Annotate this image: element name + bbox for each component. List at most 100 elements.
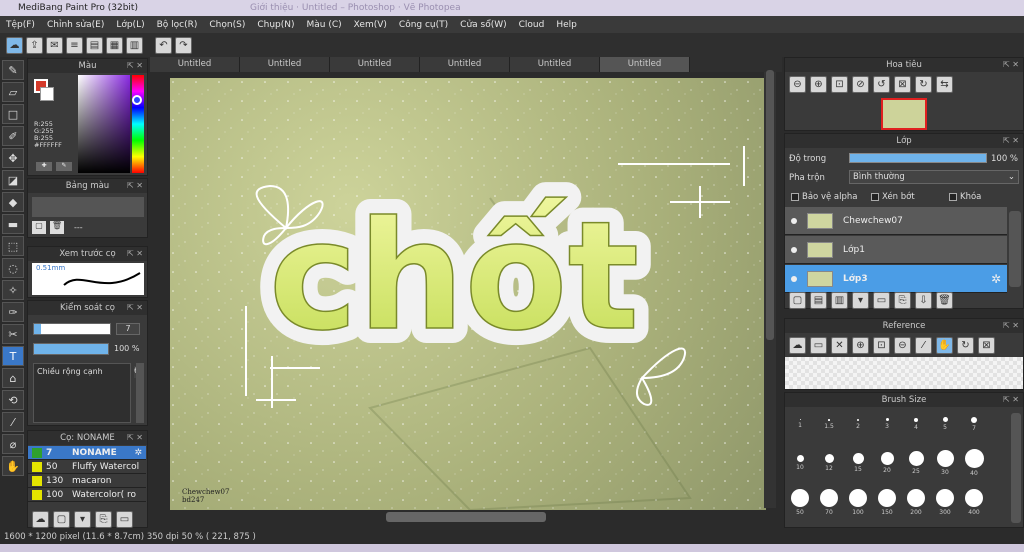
cloud-icon[interactable]: ☁ (6, 36, 23, 54)
brush-menu-icon[interactable]: ▾ (74, 511, 91, 528)
menu-window[interactable]: Cửa sổ(W) (460, 20, 506, 30)
rotate-left-icon[interactable]: ↺ (873, 76, 890, 93)
hue-handle[interactable] (132, 95, 142, 105)
brush-size-option[interactable]: 7 (959, 417, 989, 432)
gear-icon[interactable]: ✲ (134, 448, 142, 458)
brush-size-option[interactable]: 300 (930, 489, 960, 516)
new-brush-icon[interactable]: ▢ (53, 511, 70, 528)
drawing-canvas[interactable]: chốt chốt Chewchew07 bd247 (170, 78, 766, 510)
brush-size-option[interactable]: 4 (901, 418, 931, 431)
eraser-tool-icon[interactable]: ▱ (2, 82, 24, 102)
actual-size-icon[interactable]: ⊠ (894, 76, 911, 93)
brush-size-option[interactable]: 25 (901, 451, 931, 475)
cloud-brush-icon[interactable]: ☁ (32, 511, 49, 528)
duplicate-layer-icon[interactable]: ⎘ (894, 292, 911, 309)
menu-file[interactable]: Tệp(F) (6, 20, 35, 30)
menu-capture[interactable]: Chụp(N) (257, 20, 294, 30)
redo-icon[interactable]: ↷ (175, 36, 192, 54)
brush-item[interactable]: 100 Watercolor( ro (28, 488, 146, 502)
new-layer-icon[interactable]: ▢ (789, 292, 806, 309)
layer-row[interactable]: Chewchew07 (785, 207, 1007, 235)
folder-icon[interactable]: ▭ (873, 292, 890, 309)
navigator-thumbnail[interactable] (881, 98, 927, 130)
tab-untitled[interactable]: Untitled (150, 57, 240, 72)
folder-icon[interactable]: ▭ (116, 511, 133, 528)
brush-item[interactable]: 7 NONAME ✲ (28, 446, 146, 460)
gear-icon[interactable]: ✲ (991, 272, 1001, 286)
share-icon[interactable]: ⇪ (26, 36, 43, 54)
tab-untitled[interactable]: Untitled (420, 57, 510, 72)
layer-opacity-slider[interactable] (849, 153, 987, 163)
tab-untitled[interactable]: Untitled (240, 57, 330, 72)
open-folder-icon[interactable]: ▭ (810, 337, 827, 354)
reference-image-area[interactable] (785, 357, 1023, 389)
brush-size-option[interactable]: 100 (843, 489, 873, 516)
brush-size-option[interactable]: 200 (901, 489, 931, 516)
zoom-out-icon[interactable]: ⊖ (789, 76, 806, 93)
merge-layer-icon[interactable]: ⇩ (915, 292, 932, 309)
grid-icon[interactable]: ▦ (106, 36, 123, 54)
new-palette-icon[interactable]: ▢ (32, 221, 46, 234)
layer-scrollbar[interactable] (1009, 211, 1021, 287)
brush-size-option[interactable]: 12 (814, 454, 844, 472)
expand-icon[interactable]: ⇱ ✕ (127, 247, 143, 261)
color-add-button[interactable]: ✚ (36, 162, 52, 171)
rectangle-tool-icon[interactable]: □ (2, 104, 24, 124)
new-halftone-layer-icon[interactable]: ▤ (810, 292, 827, 309)
document-icon[interactable]: ▤ (86, 36, 103, 54)
pen-tool-icon[interactable]: ✐ (2, 126, 24, 146)
eye-icon[interactable] (791, 275, 797, 282)
undo-icon[interactable]: ↶ (155, 36, 172, 54)
tab-untitled[interactable]: Untitled (510, 57, 600, 72)
expand-icon[interactable]: ⇱ ✕ (1003, 319, 1019, 333)
brush-size-option[interactable]: 2 (843, 419, 873, 430)
brush-size-option[interactable]: 400 (959, 489, 989, 516)
clipping-checkbox[interactable]: Xén bớt (871, 192, 915, 202)
menu-view[interactable]: Xem(V) (354, 20, 387, 30)
menu-help[interactable]: Help (556, 20, 577, 30)
hue-slider[interactable] (132, 75, 144, 173)
brush-size-value[interactable]: 7 (116, 323, 140, 335)
palette-swatch-area[interactable] (32, 197, 144, 217)
panel-icon[interactable]: ▥ (126, 36, 143, 54)
rotate-icon[interactable]: ↻ (957, 337, 974, 354)
lock-checkbox[interactable]: Khóa (949, 192, 981, 202)
menu-filter[interactable]: Bộ lọc(R) (157, 20, 198, 30)
chat-icon[interactable]: ✉ (46, 36, 63, 54)
tab-untitled[interactable]: Untitled (330, 57, 420, 72)
text-tool-icon[interactable]: T (2, 346, 24, 366)
brush-size-option[interactable]: 10 (785, 455, 815, 471)
rotate-right-icon[interactable]: ↻ (915, 76, 932, 93)
menu-edit[interactable]: Chỉnh sửa(E) (47, 20, 104, 30)
expand-icon[interactable]: ⇱ ✕ (1003, 58, 1019, 72)
brush-size-option[interactable]: 1 (785, 419, 815, 429)
zoom-out-icon[interactable]: ⊖ (894, 337, 911, 354)
menu-layer[interactable]: Lớp(L) (116, 20, 144, 30)
layer-row-selected[interactable]: Lớp3 ✲ (785, 265, 1007, 293)
zoom-in-icon[interactable]: ⊕ (810, 76, 827, 93)
expand-icon[interactable]: ⇱ ✕ (1003, 393, 1019, 407)
select-pen-tool-icon[interactable]: ✑ (2, 302, 24, 322)
brush-size-option[interactable]: 15 (843, 453, 873, 473)
layer-menu-icon[interactable]: ▾ (852, 292, 869, 309)
vertical-scrollbar[interactable] (764, 70, 776, 508)
brush-size-option[interactable]: 70 (814, 489, 844, 516)
transform-tool-icon[interactable]: ⟲ (2, 390, 24, 410)
brush-tool-icon[interactable]: ✎ (2, 60, 24, 80)
expand-icon[interactable]: ⇱ ✕ (127, 59, 143, 73)
select-rect-tool-icon[interactable]: ⬚ (2, 236, 24, 256)
select-eraser-tool-icon[interactable]: ✂ (2, 324, 24, 344)
cloud-icon[interactable]: ☁ (789, 337, 806, 354)
horizontal-scrollbar[interactable] (386, 512, 546, 522)
expand-icon[interactable]: ⇱ ✕ (127, 301, 143, 315)
tab-untitled-active[interactable]: Untitled (600, 57, 690, 72)
brush-opacity-slider[interactable] (33, 343, 109, 355)
hand-icon[interactable]: ✋ (936, 337, 953, 354)
bucket-tool-icon[interactable]: ◆ (2, 192, 24, 212)
eye-icon[interactable] (791, 246, 797, 253)
brush-size-option[interactable]: 40 (959, 449, 989, 477)
new-8bit-layer-icon[interactable]: ▥ (831, 292, 848, 309)
expand-icon[interactable]: ⇱ ✕ (127, 431, 143, 445)
delete-palette-icon[interactable]: 🗑 (50, 221, 64, 234)
zoom-reset-icon[interactable]: ⊘ (852, 76, 869, 93)
